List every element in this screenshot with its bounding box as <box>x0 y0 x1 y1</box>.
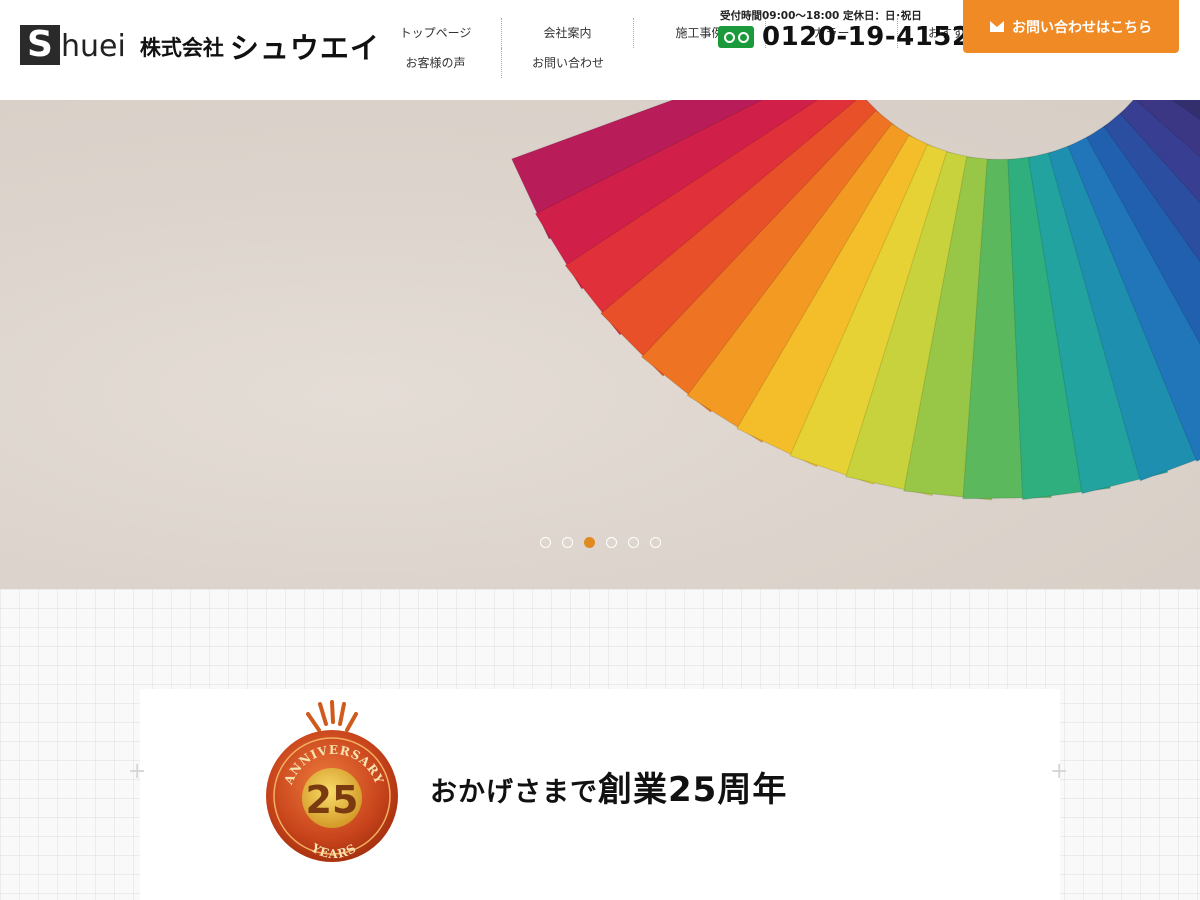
logo-initial: S <box>20 25 60 65</box>
color-fan-image <box>511 100 1200 501</box>
site-header: S huei 株式会社 シュウエイ トップページ 会社案内 施工事例 カラー お… <box>0 0 1200 100</box>
slider-dot-1[interactable] <box>539 537 551 548</box>
nav-item-contact[interactable]: お問い合わせ <box>502 48 634 78</box>
contact-button-label: お問い合わせはこちら <box>1012 19 1152 36</box>
business-hours: 受付時間09:00～18:00 定休日：日･祝日 <box>720 10 922 22</box>
anniversary-heading: おかげさまで創業25周年 <box>430 762 787 811</box>
site-logo[interactable]: S huei 株式会社 シュウエイ <box>20 24 380 66</box>
nav-item-voice[interactable]: お客様の声 <box>370 48 502 78</box>
slider-dots <box>0 537 1200 548</box>
freedial-icon <box>718 26 754 48</box>
slider-dot-4[interactable] <box>605 537 617 548</box>
plus-mark-icon: + <box>128 759 147 784</box>
anniversary-section: + + <box>0 589 1200 900</box>
slider-dot-5[interactable] <box>627 537 639 548</box>
anniversary-badge: ANNIVERSARY 25 YEARS <box>266 700 398 862</box>
hero-slider <box>0 100 1200 589</box>
nav-item-top[interactable]: トップページ <box>370 18 502 48</box>
logo-wordmark: huei <box>61 29 126 64</box>
phone-block[interactable]: 0120-19-4152 <box>718 24 971 50</box>
contact-button[interactable]: お問い合わせはこちら <box>963 0 1179 53</box>
nav-item-company[interactable]: 会社案内 <box>502 18 634 48</box>
phone-number: 0120-19-4152 <box>762 22 971 52</box>
slider-dot-2[interactable] <box>561 537 573 548</box>
anniversary-heading-main: 創業25周年 <box>598 770 788 810</box>
anniversary-heading-pre: おかげさまで <box>430 777 598 808</box>
logo-company-type: 株式会社 <box>139 36 224 60</box>
mail-icon <box>990 21 1004 32</box>
logo-company-name: シュウエイ <box>229 31 380 65</box>
slider-dot-6[interactable] <box>649 537 661 548</box>
plus-mark-icon: + <box>1050 759 1069 784</box>
slider-dot-3[interactable] <box>583 537 595 548</box>
badge-number: 25 <box>306 778 359 822</box>
nav-row-2: お客様の声 お問い合わせ <box>370 48 1030 78</box>
